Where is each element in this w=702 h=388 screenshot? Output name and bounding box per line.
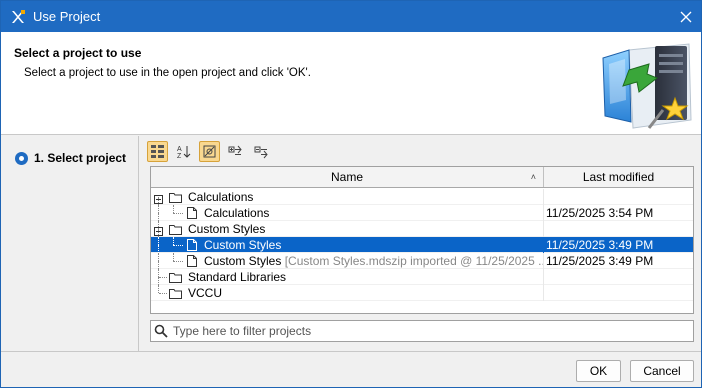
- project-file-icon: [187, 255, 197, 269]
- collapse-all-button[interactable]: [251, 141, 272, 162]
- sort-ascending-icon: ˄: [530, 172, 536, 182]
- tree-folder-row[interactable]: VCCU: [151, 285, 693, 301]
- expand-all-button[interactable]: [225, 141, 246, 162]
- app-logo-icon: [10, 9, 26, 25]
- project-file-icon: [187, 207, 197, 221]
- expand-all-icon: [228, 145, 242, 155]
- hide-used-button[interactable]: [199, 141, 220, 162]
- svg-text:A: A: [177, 146, 182, 153]
- project-label: Calculations: [204, 206, 270, 220]
- project-name-cell: VCCU: [151, 285, 544, 301]
- folder-label: Calculations: [188, 190, 254, 204]
- folder-icon: [169, 191, 182, 205]
- tree-project-row[interactable]: Custom Styles [Custom Styles.mdszip impo…: [151, 253, 693, 269]
- tree-project-row[interactable]: Custom Styles 11/25/2025 3:49 PM: [151, 237, 693, 253]
- project-name-cell: Custom Styles: [151, 221, 544, 237]
- last-modified-cell: [545, 269, 693, 285]
- folder-label: Standard Libraries: [188, 270, 287, 284]
- sort-button[interactable]: A Z: [173, 141, 194, 162]
- folder-label: Custom Styles: [188, 222, 266, 236]
- folder-label: VCCU: [188, 286, 223, 300]
- last-modified-cell: [545, 285, 693, 301]
- table-header: Name ˄ Last modified: [151, 167, 693, 188]
- tree-project-row[interactable]: Calculations 11/25/2025 3:54 PM: [151, 205, 693, 221]
- ok-button[interactable]: OK: [576, 360, 621, 382]
- project-name-cell: Standard Libraries: [151, 269, 544, 285]
- sort-az-icon: A Z: [177, 146, 191, 159]
- folder-icon: [169, 271, 182, 285]
- hide-used-icon: [203, 145, 216, 158]
- server-project-banner-icon: [599, 40, 695, 130]
- column-header-name-label: Name: [330, 170, 363, 184]
- project-name-cell: Calculations: [151, 189, 544, 205]
- project-toolbar: A Z: [147, 141, 272, 163]
- project-selection-panel: A Z Name ˄ Last modified Calculations Ca…: [140, 136, 701, 351]
- search-icon: [154, 324, 168, 341]
- collapse-toggle-icon[interactable]: [154, 192, 163, 205]
- close-icon[interactable]: [671, 1, 701, 32]
- column-header-name[interactable]: Name ˄: [151, 167, 544, 187]
- project-name-cell: Calculations: [151, 205, 544, 221]
- title-bar[interactable]: Use Project: [1, 1, 701, 32]
- project-label: Custom Styles: [204, 238, 282, 252]
- project-name-cell: Custom Styles: [151, 237, 544, 253]
- last-modified-cell: [545, 221, 693, 237]
- dialog-header: Select a project to use Select a project…: [1, 32, 701, 135]
- dialog-footer: OK Cancel: [1, 351, 701, 387]
- tree-view-icon: [151, 145, 164, 158]
- step-label: 1. Select project: [34, 151, 127, 165]
- last-modified-cell: 11/25/2025 3:49 PM: [546, 238, 654, 252]
- filter-box: [150, 320, 694, 342]
- last-modified-cell: 11/25/2025 3:49 PM: [546, 254, 654, 268]
- tree-view-button[interactable]: [147, 141, 168, 162]
- steps-panel: 1. Select project: [1, 136, 139, 351]
- window-title: Use Project: [33, 9, 101, 24]
- collapse-toggle-icon[interactable]: [154, 224, 163, 237]
- header-description: Select a project to use in the open proj…: [24, 67, 311, 79]
- last-modified-cell: [545, 189, 693, 205]
- header-title: Select a project to use: [14, 46, 142, 60]
- step-select-project[interactable]: 1. Select project: [15, 151, 126, 165]
- svg-text:Z: Z: [177, 153, 182, 159]
- column-header-last-modified[interactable]: Last modified: [544, 167, 693, 187]
- step-selected-radio-icon: [15, 151, 28, 165]
- tree-folder-row[interactable]: Standard Libraries: [151, 269, 693, 285]
- projects-table: Name ˄ Last modified Calculations Calcula…: [150, 166, 694, 314]
- project-import-info: [Custom Styles.mdszip imported @ 11/25/2…: [284, 254, 544, 268]
- collapse-all-icon: [254, 146, 268, 159]
- project-label: Custom Styles: [204, 254, 282, 268]
- project-file-icon: [187, 239, 197, 253]
- cancel-button[interactable]: Cancel: [630, 360, 694, 382]
- folder-icon: [169, 287, 182, 301]
- tree-folder-row[interactable]: Custom Styles: [151, 221, 693, 237]
- folder-icon: [169, 223, 182, 237]
- use-project-dialog: Use Project Select a project to use Sele…: [0, 0, 702, 388]
- last-modified-cell: 11/25/2025 3:54 PM: [546, 206, 654, 220]
- project-name-cell: Custom Styles [Custom Styles.mdszip impo…: [151, 253, 544, 269]
- tree-folder-row[interactable]: Calculations: [151, 189, 693, 205]
- filter-input[interactable]: [173, 323, 688, 339]
